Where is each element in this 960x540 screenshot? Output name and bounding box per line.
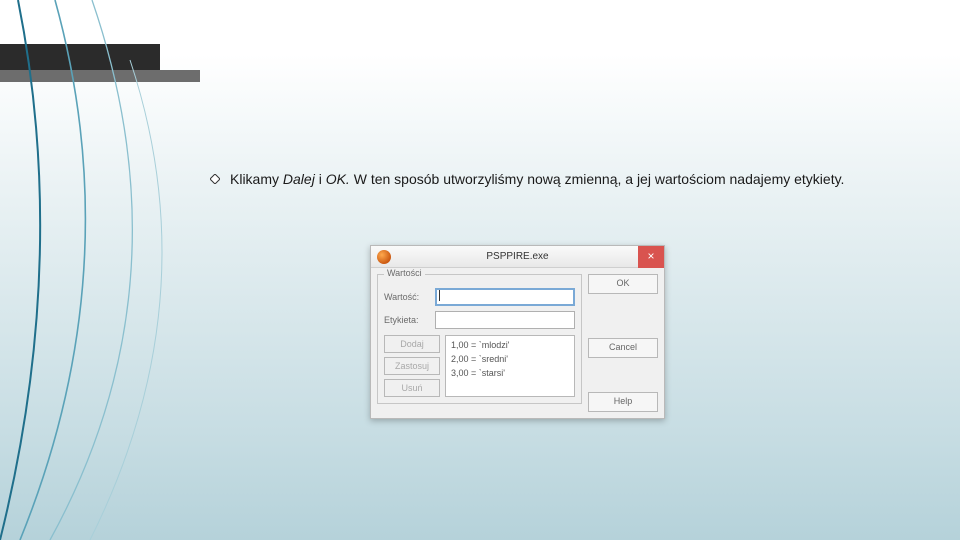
etykieta-label: Etykieta: — [384, 315, 430, 325]
window-title: PSPPIRE.exe — [397, 251, 664, 262]
apply-button[interactable]: Zastosuj — [384, 357, 440, 375]
app-icon — [377, 250, 391, 264]
cancel-button[interactable]: Cancel — [588, 338, 658, 358]
group-legend: Wartości — [384, 268, 425, 278]
decor-bar-dark — [0, 44, 160, 70]
titlebar[interactable]: PSPPIRE.exe × — [371, 246, 664, 268]
values-listbox[interactable]: 1,00 = `mlodzi' 2,00 = `sredni' 3,00 = `… — [445, 335, 575, 397]
value-label: Wartość: — [384, 292, 430, 302]
ok-button[interactable]: OK — [588, 274, 658, 294]
help-button[interactable]: Help — [588, 392, 658, 412]
list-item[interactable]: 3,00 = `starsi' — [451, 367, 569, 381]
remove-button[interactable]: Usuń — [384, 379, 440, 397]
list-item[interactable]: 1,00 = `mlodzi' — [451, 339, 569, 353]
values-groupbox: Wartości Wartość: Etykieta: Dodaj Zastos… — [377, 274, 582, 404]
add-button[interactable]: Dodaj — [384, 335, 440, 353]
bullet-diamond-icon — [210, 174, 220, 184]
list-item[interactable]: 2,00 = `sredni' — [451, 353, 569, 367]
value-input[interactable] — [435, 288, 575, 306]
pspp-dialog: PSPPIRE.exe × Wartości Wartość: Etykieta… — [370, 245, 665, 419]
slide-body: Klikamy Dalej i OK. W ten sposób utworzy… — [210, 170, 890, 189]
etykieta-input[interactable] — [435, 311, 575, 329]
bullet-text: Klikamy Dalej i OK. W ten sposób utworzy… — [230, 170, 844, 189]
decor-bar-light — [0, 70, 200, 82]
close-button[interactable]: × — [638, 246, 664, 268]
